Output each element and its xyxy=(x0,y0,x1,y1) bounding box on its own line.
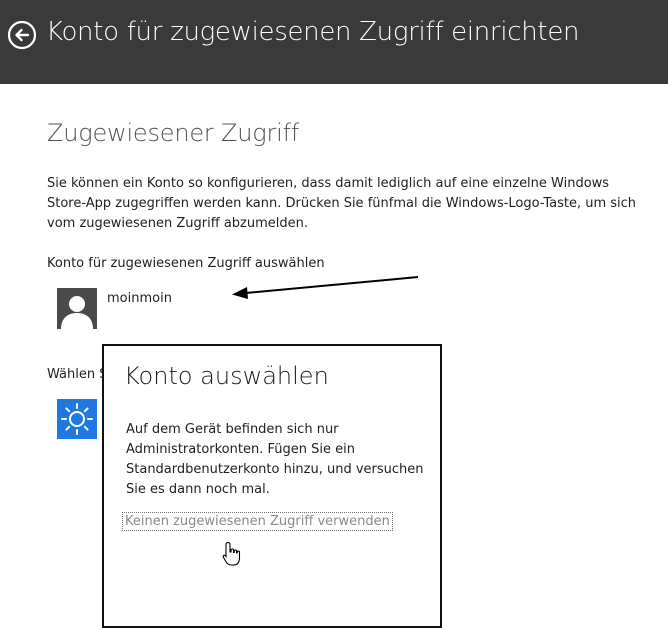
user-avatar-icon xyxy=(57,288,97,329)
dialog-title: Konto auswählen xyxy=(124,362,329,390)
app-select-label: Wählen S xyxy=(47,367,108,382)
account-select-label: Konto für zugewiesenen Zugriff auswählen xyxy=(47,256,325,271)
back-arrow-icon xyxy=(7,20,37,50)
account-item-moinmoin[interactable]: moinmoin xyxy=(57,288,257,329)
annotation-arrow-icon xyxy=(232,276,419,299)
account-name: moinmoin xyxy=(107,291,172,306)
title-bar: Konto für zugewiesenen Zugriff einrichte… xyxy=(0,0,668,84)
weather-sun-icon xyxy=(61,403,93,435)
choose-account-dialog: Konto auswählen Auf dem Gerät befinden s… xyxy=(102,344,442,628)
back-button[interactable] xyxy=(7,20,37,50)
app-tile[interactable] xyxy=(57,399,97,439)
hand-pointer-icon xyxy=(222,541,241,566)
dialog-message: Auf dem Gerät befinden sich nur Administ… xyxy=(126,422,424,497)
description-text: Sie können ein Konto so konfigurieren, d… xyxy=(47,176,637,231)
page-title: Konto für zugewiesenen Zugriff einrichte… xyxy=(46,17,580,47)
section-title: Zugewiesener Zugriff xyxy=(47,119,300,147)
no-assigned-access-link[interactable]: Keinen zugewiesenen Zugriff verwenden xyxy=(122,512,393,531)
